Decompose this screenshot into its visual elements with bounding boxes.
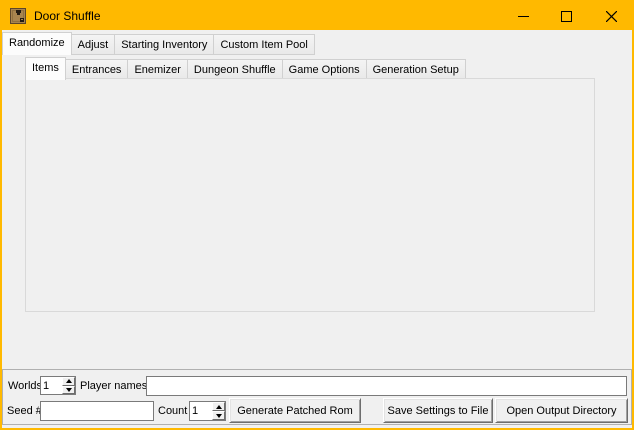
door-shuffle-window: Door Shuffle Randomize Adjust Starting I… [0,0,634,430]
tab-adjust[interactable]: Adjust [71,34,116,55]
spin-up-button[interactable] [212,402,225,411]
arrow-down-icon [216,414,222,418]
tab-game-options[interactable]: Game Options [282,59,367,80]
tab-entrances[interactable]: Entrances [65,59,129,80]
minimize-button[interactable] [501,2,546,30]
worlds-spinner [40,376,76,395]
tab-items[interactable]: Items [25,57,66,80]
maximize-button[interactable] [544,2,589,30]
app-icon [10,8,26,24]
tab-generation-setup[interactable]: Generation Setup [366,59,466,80]
player-names-label: Player names [80,380,147,392]
tab-dungeon-shuffle[interactable]: Dungeon Shuffle [187,59,283,80]
open-output-directory-button[interactable]: Open Output Directory [495,398,628,423]
count-spinner [189,401,226,421]
tab-custom-item-pool[interactable]: Custom Item Pool [213,34,314,55]
arrow-up-icon [66,379,72,383]
worlds-input[interactable] [41,377,62,394]
worlds-spin-arrows [62,377,75,394]
count-label: Count [158,405,187,417]
close-icon [606,11,617,22]
save-settings-button[interactable]: Save Settings to File [383,398,493,423]
items-pane [25,78,595,312]
minimize-icon [518,11,529,22]
secondary-tab-bar: Items Entrances Enemizer Dungeon Shuffle… [25,57,465,80]
arrow-down-icon [66,388,72,392]
tab-starting-inventory[interactable]: Starting Inventory [114,34,214,55]
arrow-up-icon [216,405,222,409]
tab-randomize[interactable]: Randomize [2,32,72,55]
tab-enemizer[interactable]: Enemizer [127,59,187,80]
spin-down-button[interactable] [62,386,75,395]
count-input[interactable] [190,402,212,420]
spin-down-button[interactable] [212,411,225,420]
worlds-label: Worlds [8,380,42,392]
generate-patched-rom-button[interactable]: Generate Patched Rom [229,398,361,423]
primary-tab-bar: Randomize Adjust Starting Inventory Cust… [2,32,314,55]
player-names-input[interactable] [146,376,627,396]
maximize-icon [561,11,572,22]
window-title: Door Shuffle [34,9,101,23]
seed-label: Seed # [7,405,42,417]
seed-input[interactable] [40,401,154,421]
close-button[interactable] [589,2,634,30]
spin-up-button[interactable] [62,377,75,386]
count-spin-arrows [212,402,225,420]
